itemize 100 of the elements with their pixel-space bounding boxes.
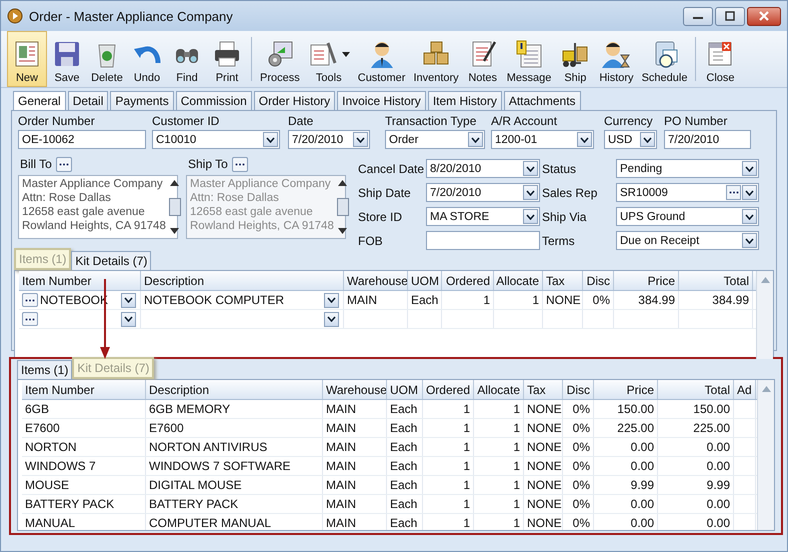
- toolbar-button[interactable]: Close: [700, 31, 740, 87]
- column-header[interactable]: Description: [141, 271, 344, 290]
- ellipsis-button[interactable]: [22, 312, 38, 326]
- table-cell: 0%: [572, 497, 590, 511]
- input-field[interactable]: 1200-01: [491, 130, 594, 149]
- dropdown-button[interactable]: [742, 185, 757, 200]
- column-header[interactable]: Warehouse: [344, 271, 408, 290]
- column-header[interactable]: Total: [658, 380, 734, 399]
- address-box[interactable]: Master Appliance Company Attn: Rose Dallas 12658 east gale avenue Rowland Heights, CA 91748: [18, 175, 178, 239]
- toolbar-button[interactable]: Undo: [127, 31, 167, 87]
- tab[interactable]: Kit Details (7): [71, 251, 152, 270]
- toolbar-button[interactable]: Delete: [87, 31, 127, 87]
- column-header[interactable]: Item Number: [22, 380, 146, 399]
- input-field[interactable]: C10010: [152, 130, 280, 149]
- minimize-button[interactable]: [683, 6, 713, 26]
- column-header[interactable]: Disc: [583, 271, 614, 290]
- table-cell: MAIN: [326, 440, 356, 454]
- chevron-down-icon: [745, 238, 754, 244]
- input-field[interactable]: Order: [385, 130, 485, 149]
- scroll-down-icon[interactable]: [170, 228, 180, 234]
- dropdown-button[interactable]: [577, 132, 592, 147]
- input-field[interactable]: Pending: [616, 159, 759, 178]
- maximize-button[interactable]: [715, 6, 745, 26]
- column-header[interactable]: Ad: [734, 380, 756, 399]
- tab[interactable]: Items (1): [17, 360, 72, 379]
- input-field[interactable]: SR10009: [616, 183, 759, 202]
- ellipsis-button[interactable]: [22, 293, 38, 307]
- table-cell: Each: [411, 293, 438, 307]
- tab[interactable]: Order History: [254, 91, 336, 110]
- toolbar-button[interactable]: Tools: [304, 31, 354, 87]
- input-field[interactable]: USD: [604, 130, 657, 149]
- input-field[interactable]: 8/20/2010: [426, 159, 540, 178]
- column-header[interactable]: Total: [679, 271, 753, 290]
- dropdown-button[interactable]: [523, 209, 538, 224]
- column-header[interactable]: Ordered: [442, 271, 494, 290]
- dropdown-button[interactable]: [121, 312, 136, 326]
- input-field[interactable]: MA STORE: [426, 207, 540, 226]
- input-field[interactable]: UPS Ground: [616, 207, 759, 226]
- column-header[interactable]: Description: [146, 380, 323, 399]
- scrollbar[interactable]: [756, 271, 773, 359]
- ellipsis-button[interactable]: [232, 156, 248, 172]
- tab[interactable]: Invoice History: [337, 91, 426, 110]
- column-header[interactable]: Item Number: [19, 271, 141, 290]
- ellipsis-button[interactable]: [56, 156, 72, 172]
- toolbar-button[interactable]: New: [7, 31, 47, 87]
- column-header[interactable]: Price: [614, 271, 679, 290]
- dropdown-button[interactable]: [324, 312, 339, 326]
- column-header[interactable]: Ordered: [423, 380, 474, 399]
- table-cell: 1: [532, 293, 539, 307]
- table-cell: NONE: [527, 516, 562, 530]
- toolbar-button[interactable]: Schedule: [638, 31, 692, 87]
- dropdown-button[interactable]: [263, 132, 278, 147]
- column-header[interactable]: Tax: [543, 271, 583, 290]
- ellipsis-button[interactable]: [726, 185, 741, 200]
- toolbar-button[interactable]: Print: [207, 31, 247, 87]
- column-header[interactable]: Disc: [563, 380, 594, 399]
- tab[interactable]: Commission: [176, 91, 252, 110]
- input-field[interactable]: OE-10062: [18, 130, 146, 149]
- column-header[interactable]: UOM: [387, 380, 423, 399]
- chevron-down-icon: [356, 136, 365, 142]
- toolbar-button[interactable]: Inventory: [409, 31, 463, 87]
- dropdown-button[interactable]: [523, 161, 538, 176]
- column-header[interactable]: Allocate: [474, 380, 524, 399]
- dropdown-button[interactable]: [324, 292, 339, 308]
- input-field[interactable]: [426, 231, 540, 250]
- toolbar-button[interactable]: Notes: [462, 31, 503, 87]
- toolbar-button[interactable]: Find: [167, 31, 207, 87]
- column-header[interactable]: UOM: [408, 271, 442, 290]
- dropdown-button[interactable]: [640, 132, 655, 147]
- dropdown-button[interactable]: [523, 185, 538, 200]
- table-cell: NONE: [527, 459, 562, 473]
- column-header[interactable]: Warehouse: [323, 380, 387, 399]
- table-cell: 0%: [592, 293, 610, 307]
- dropdown-button[interactable]: [742, 161, 757, 176]
- input-field[interactable]: 7/20/2010: [664, 130, 751, 149]
- column-header[interactable]: Price: [594, 380, 658, 399]
- toolbar-button[interactable]: Customer: [354, 31, 410, 87]
- toolbar-button[interactable]: Ship: [555, 31, 596, 87]
- toolbar-button[interactable]: History: [595, 31, 638, 87]
- scrollbar[interactable]: [757, 380, 774, 530]
- input-field[interactable]: 7/20/2010: [426, 183, 540, 202]
- tab[interactable]: Attachments: [504, 91, 581, 110]
- dropdown-button[interactable]: [742, 233, 757, 248]
- dropdown-button[interactable]: [353, 132, 368, 147]
- dropdown-button[interactable]: [468, 132, 483, 147]
- toolbar-button[interactable]: Save: [47, 31, 87, 87]
- dropdown-button[interactable]: [121, 292, 136, 308]
- input-field[interactable]: 7/20/2010: [288, 130, 370, 149]
- tab[interactable]: Detail: [68, 91, 108, 110]
- scroll-up-icon[interactable]: [170, 180, 180, 186]
- tab[interactable]: Item History: [428, 91, 502, 110]
- tab[interactable]: General: [13, 91, 66, 110]
- close-button[interactable]: [747, 6, 781, 26]
- input-field[interactable]: Due on Receipt: [616, 231, 759, 250]
- column-header[interactable]: Tax: [524, 380, 563, 399]
- tab[interactable]: Payments: [110, 91, 174, 110]
- toolbar-button[interactable]: Process: [256, 31, 304, 87]
- toolbar-button[interactable]: Message: [502, 31, 556, 87]
- dropdown-button[interactable]: [742, 209, 757, 224]
- column-header[interactable]: Allocate: [494, 271, 543, 290]
